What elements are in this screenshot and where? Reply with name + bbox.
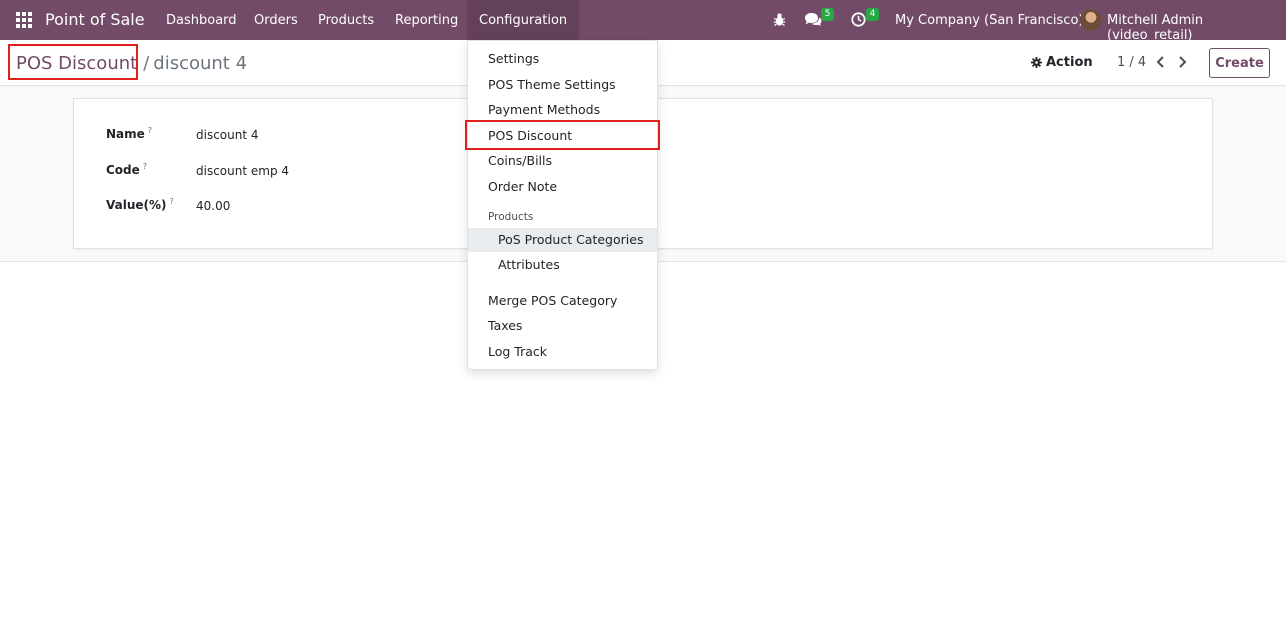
dropdown-item-pos-discount[interactable]: POS Discount bbox=[468, 124, 657, 148]
dropdown-section-products: Products bbox=[488, 211, 534, 223]
dropdown-item-coins-bills[interactable]: Coins/Bills bbox=[468, 149, 657, 173]
messages-badge: 5 bbox=[821, 8, 834, 21]
dropdown-item-pos-theme-settings[interactable]: POS Theme Settings bbox=[468, 73, 657, 97]
value-percent-label: Value(%)? bbox=[106, 197, 174, 212]
activities-badge: 4 bbox=[866, 8, 879, 21]
dropdown-item-merge-pos-category[interactable]: Merge POS Category bbox=[468, 289, 657, 313]
chat-icon[interactable] bbox=[804, 12, 822, 31]
breadcrumb: POS Discount / discount 4 bbox=[16, 53, 247, 74]
action-button[interactable]: Action bbox=[1031, 55, 1093, 70]
company-switcher[interactable]: My Company (San Francisco) bbox=[895, 13, 1083, 28]
dropdown-item-order-note[interactable]: Order Note bbox=[468, 175, 657, 199]
apps-grid-icon[interactable] bbox=[16, 12, 32, 28]
name-field[interactable]: discount 4 bbox=[196, 128, 259, 142]
breadcrumb-parent-link[interactable]: POS Discount bbox=[16, 53, 137, 74]
pager-next-icon[interactable] bbox=[1175, 54, 1189, 70]
user-menu[interactable]: Mitchell Admin (video_retail) bbox=[1107, 13, 1286, 43]
pager-previous-icon[interactable] bbox=[1154, 54, 1168, 70]
menu-dashboard[interactable]: Dashboard bbox=[166, 13, 237, 28]
code-label: Code? bbox=[106, 162, 148, 177]
breadcrumb-current: discount 4 bbox=[153, 53, 248, 74]
name-label: Name? bbox=[106, 126, 153, 141]
code-field[interactable]: discount emp 4 bbox=[196, 164, 289, 178]
create-button[interactable]: Create bbox=[1209, 48, 1270, 78]
breadcrumb-separator: / bbox=[143, 53, 150, 74]
dropdown-item-pos-product-categories[interactable]: PoS Product Categories bbox=[468, 228, 657, 252]
pager-value[interactable]: 1 / 4 bbox=[1117, 55, 1146, 70]
value-percent-field[interactable]: 40.00 bbox=[196, 199, 230, 213]
dropdown-item-log-track[interactable]: Log Track bbox=[468, 340, 657, 364]
top-navbar: Point of Sale Dashboard Orders Products … bbox=[0, 0, 1286, 43]
action-label: Action bbox=[1046, 55, 1093, 70]
dropdown-item-attributes[interactable]: Attributes bbox=[468, 253, 657, 277]
gear-icon bbox=[1031, 57, 1042, 68]
app-brand[interactable]: Point of Sale bbox=[45, 10, 145, 29]
dropdown-item-settings[interactable]: Settings bbox=[468, 47, 657, 71]
menu-reporting[interactable]: Reporting bbox=[395, 13, 458, 28]
bug-icon[interactable] bbox=[773, 12, 786, 31]
clock-icon[interactable] bbox=[851, 12, 866, 31]
menu-products[interactable]: Products bbox=[318, 13, 374, 28]
avatar[interactable] bbox=[1080, 9, 1102, 31]
menu-orders[interactable]: Orders bbox=[254, 13, 298, 28]
configuration-dropdown: Settings POS Theme Settings Payment Meth… bbox=[467, 40, 658, 370]
dropdown-item-payment-methods[interactable]: Payment Methods bbox=[468, 98, 657, 122]
dropdown-item-taxes[interactable]: Taxes bbox=[468, 314, 657, 338]
menu-configuration[interactable]: Configuration bbox=[467, 0, 580, 40]
